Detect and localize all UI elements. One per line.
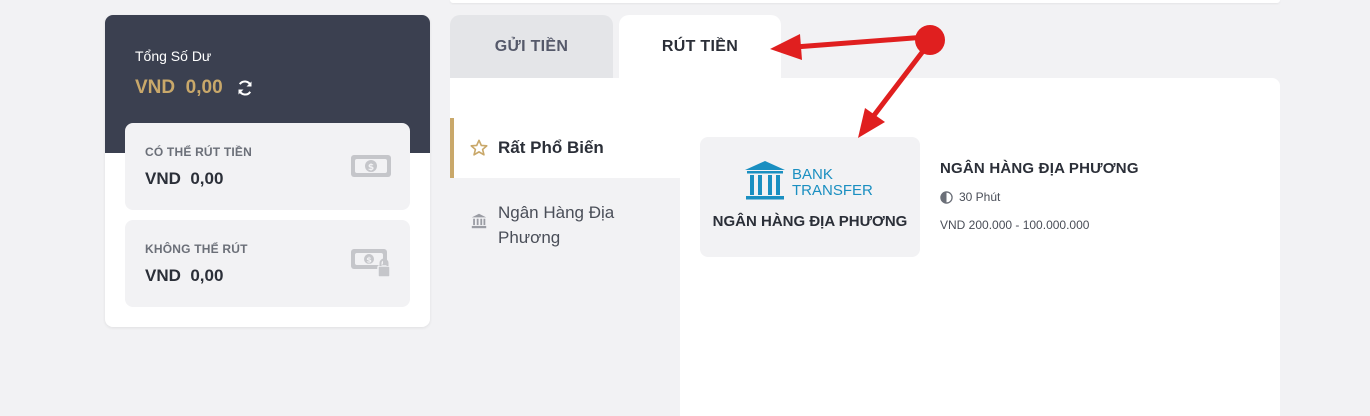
non-withdrawable-box: KHÔNG THỂ RÚT VND 0,00 $ bbox=[125, 220, 410, 307]
total-balance-label: Tổng Số Dư bbox=[135, 48, 212, 64]
processing-time-value: 30 Phút bbox=[959, 190, 1001, 204]
bank-transfer-logo: BANK TRANSFER bbox=[745, 161, 873, 200]
total-balance-value: VND 0,00 bbox=[135, 77, 223, 98]
withdrawable-box: CÓ THỂ RÚT TIỀN VND 0,00 $ bbox=[125, 123, 410, 210]
cash-lock-icon: $ bbox=[351, 249, 391, 278]
bank-transfer-card[interactable]: BANK TRANSFER NGÂN HÀNG ĐỊA PHƯƠNG bbox=[700, 137, 920, 257]
method-category-menu: Rất Phổ Biến Ngân Hàng Địa Phương bbox=[450, 118, 680, 416]
non-withdrawable-title: KHÔNG THỂ RÚT bbox=[145, 242, 248, 256]
logo-line1: BANK bbox=[792, 166, 833, 183]
clock-icon bbox=[940, 190, 953, 204]
star-icon bbox=[470, 139, 488, 156]
balance-card: Tổng Số Dư VND 0,00 CÓ THỂ RÚT TIỀN VND … bbox=[105, 15, 430, 327]
tab-withdraw[interactable]: RÚT TIỀN bbox=[619, 15, 781, 78]
logo-line2: TRANSFER bbox=[792, 182, 873, 199]
refresh-icon[interactable] bbox=[235, 78, 255, 98]
total-balance-amount: VND 0,00 bbox=[135, 77, 255, 99]
non-withdrawable-value: VND 0,00 bbox=[145, 266, 224, 285]
bank-icon bbox=[471, 213, 487, 229]
svg-text:$: $ bbox=[368, 163, 374, 173]
processing-time: 30 Phút bbox=[940, 190, 1139, 204]
withdraw-limit: VND 200.000 - 100.000.000 bbox=[940, 218, 1090, 232]
menu-item-local-bank-label: Ngân Hàng Địa Phương bbox=[498, 203, 615, 247]
method-details: NGÂN HÀNG ĐỊA PHƯƠNG 30 Phút VND 200.000… bbox=[940, 160, 1139, 232]
method-details-title: NGÂN HÀNG ĐỊA PHƯƠNG bbox=[940, 160, 1139, 177]
svg-text:$: $ bbox=[366, 256, 372, 265]
withdrawable-value: VND 0,00 bbox=[145, 169, 224, 188]
menu-item-popular-label: Rất Phổ Biến bbox=[498, 138, 604, 157]
withdraw-panel: Rất Phổ Biến Ngân Hàng Địa Phương BANK T… bbox=[450, 78, 1280, 416]
tab-deposit[interactable]: GỬI TIỀN bbox=[450, 15, 613, 78]
arrow-to-withdraw-tab bbox=[770, 34, 929, 60]
top-panel-edge bbox=[450, 0, 1280, 3]
menu-item-local-bank[interactable]: Ngân Hàng Địa Phương bbox=[450, 200, 680, 250]
menu-item-popular[interactable]: Rất Phổ Biến bbox=[450, 118, 680, 178]
annotation-dot bbox=[915, 25, 945, 55]
bank-transfer-card-name: NGÂN HÀNG ĐỊA PHƯƠNG bbox=[712, 213, 908, 230]
withdrawable-title: CÓ THỂ RÚT TIỀN bbox=[145, 145, 252, 159]
cash-icon: $ bbox=[351, 155, 391, 177]
